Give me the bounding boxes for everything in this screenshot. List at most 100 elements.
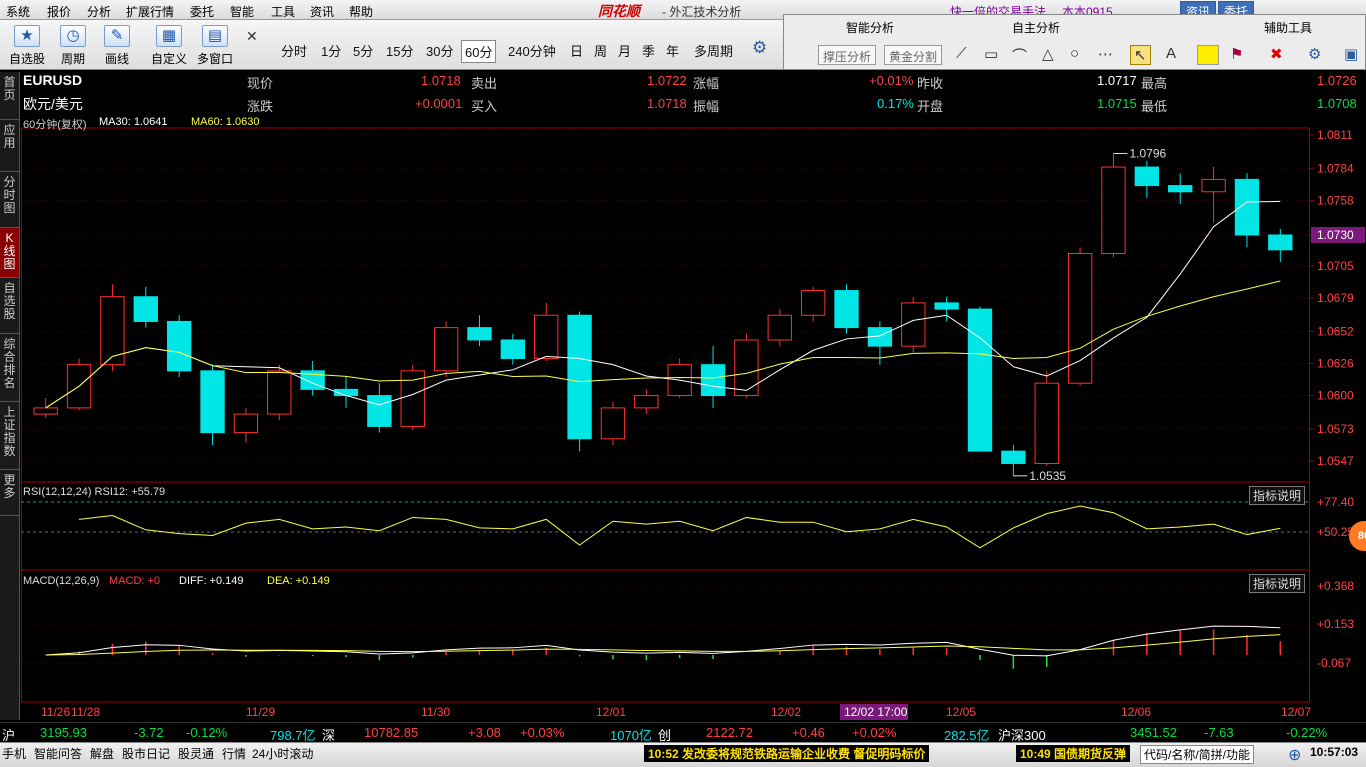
watchlist-tool[interactable]: ★ 自选股 [8, 25, 46, 67]
price-axis-label: 1.0784 [1317, 161, 1354, 175]
panel-aux-title[interactable]: 辅助工具 [1264, 19, 1312, 36]
candle-body [400, 370, 425, 427]
quote-change-pct: +0.01% [869, 73, 914, 88]
line-draw-icon[interactable]: ⟋ [956, 45, 967, 62]
price-axis-label: 1.0758 [1317, 193, 1354, 207]
menu-tools[interactable]: 工具 [271, 3, 295, 20]
bookmark-icon[interactable]: ⚑ [1230, 45, 1243, 63]
period-1m[interactable]: 1分 [318, 40, 344, 61]
code-search-input[interactable]: 代码/名称/简拼/功能 [1140, 745, 1255, 764]
candle-body [200, 370, 225, 434]
bottom-stocktalk[interactable]: 股灵通 [178, 745, 214, 762]
quote-label-high: 最高 [1141, 76, 1168, 91]
panel-manual-title[interactable]: 自主分析 [1012, 19, 1060, 36]
tab-kline[interactable]: K线图 [0, 228, 19, 278]
gear-icon[interactable]: ⚙ [752, 38, 767, 58]
menu-quote[interactable]: 报价 [47, 3, 71, 20]
date-axis-label: 12/02 [771, 705, 801, 719]
sz-change-pct: +0.03% [520, 725, 565, 740]
period-year[interactable]: 年 [663, 40, 682, 61]
candle-body [534, 314, 559, 359]
chart-area[interactable]: 1.0811 1.0784 1.0758 1.0730 1.0705 1.0679 1.06… [21, 72, 1366, 720]
close-icon[interactable]: ✕ [246, 28, 258, 45]
tab-ranking[interactable]: 综合排名 [0, 334, 19, 402]
period-15m[interactable]: 15分 [383, 40, 416, 61]
price-axis-label: 1.0705 [1317, 259, 1354, 273]
menu-system[interactable]: 系统 [6, 3, 30, 20]
panel-smart-title[interactable]: 智能分析 [846, 19, 894, 36]
path-draw-icon[interactable]: ⌒ [1012, 45, 1027, 66]
custom-tool[interactable]: ▦ 自定义 [150, 25, 188, 67]
macd-help-button[interactable]: 指标说明 [1249, 574, 1306, 593]
quote-label-prev-close: 昨收 [917, 76, 944, 91]
cursor-icon[interactable]: ↖ [1130, 45, 1151, 65]
cy-change-pct: +0.02% [852, 725, 897, 740]
period-month[interactable]: 月 [615, 40, 634, 61]
app-title: - 外汇技术分析 [662, 5, 742, 19]
menu-extended[interactable]: 扩展行情 [126, 3, 174, 20]
period-30m[interactable]: 30分 [423, 40, 456, 61]
period-5m[interactable]: 5分 [350, 40, 376, 61]
quote-label-ask: 卖出 [471, 76, 498, 91]
side-tabs: 首页 应用 分时图 K线图 自选股 综合排名 上证指数 更多 [0, 72, 20, 720]
news-ticker-2[interactable]: 10:49 国债期货反弹 [1016, 745, 1131, 762]
multiwindow-tool[interactable]: ▤ 多窗口 [196, 25, 234, 67]
candle-body [700, 364, 726, 397]
bottom-solve[interactable]: 解盘 [90, 745, 114, 762]
menu-news[interactable]: 资讯 [310, 3, 334, 20]
period-season[interactable]: 季 [639, 40, 658, 61]
menu-smart[interactable]: 智能 [230, 3, 254, 20]
candle-body [467, 327, 492, 341]
rect-draw-icon[interactable]: ▭ [984, 45, 998, 63]
period-60m[interactable]: 60分 [461, 40, 497, 63]
golden-ratio-button[interactable]: 黄金分割 [884, 45, 943, 65]
tab-watchlist[interactable]: 自选股 [0, 278, 19, 334]
settings-icon[interactable]: ⚙ [1308, 45, 1321, 63]
period-week[interactable]: 周 [591, 40, 610, 61]
more-icon[interactable]: ⋯ [1098, 45, 1113, 63]
triangle-draw-icon[interactable]: △ [1042, 45, 1054, 63]
rsi-help-button[interactable]: 指标说明 [1249, 486, 1306, 505]
tab-apps[interactable]: 应用 [0, 120, 19, 172]
tab-shindex[interactable]: 上证指数 [0, 402, 19, 470]
tab-home[interactable]: 首页 [0, 72, 19, 120]
menu-analysis[interactable]: 分析 [87, 3, 111, 20]
bottom-24h[interactable]: 24小时滚动 [252, 745, 313, 762]
bottom-phone[interactable]: 手机 [2, 745, 26, 762]
period-240m[interactable]: 240分钟 [505, 40, 559, 61]
expand-icon[interactable]: ▣ [1344, 45, 1358, 63]
date-cursor-label: 12/02 17:00 [844, 705, 908, 719]
candle-body [600, 407, 626, 440]
color-swatch[interactable] [1197, 45, 1219, 65]
bottom-diary[interactable]: 股市日记 [122, 745, 170, 762]
macd-legend-macd: MACD: +0 [109, 575, 161, 587]
bottom-market[interactable]: 行情 [222, 745, 246, 762]
delete-icon[interactable]: ✖ [1270, 45, 1283, 63]
quote-high: 1.0726 [1317, 73, 1357, 88]
menu-trade[interactable]: 委托 [190, 3, 214, 20]
text-icon[interactable]: A [1166, 45, 1176, 62]
low-annotation: 1.0535 [1029, 469, 1066, 483]
quote-label-amplitude: 振幅 [693, 99, 720, 114]
kline-chart-svg[interactable]: 1.0811 1.0784 1.0758 1.0730 1.0705 1.0679 1.06… [21, 72, 1366, 720]
draw-tool[interactable]: ✎ 画线 [98, 25, 136, 67]
period-fenshi[interactable]: 分时 [278, 40, 310, 61]
macd-axis-label: +0.368 [1317, 579, 1354, 593]
support-resistance-button[interactable]: 撑压分析 [818, 45, 877, 65]
ellipse-draw-icon[interactable]: ○ [1070, 45, 1079, 62]
search-icon[interactable]: ⊕ [1288, 745, 1301, 765]
macd-dea-line [45, 634, 1281, 656]
period-day[interactable]: 日 [567, 40, 586, 61]
tab-timeshare[interactable]: 分时图 [0, 172, 19, 228]
tab-more[interactable]: 更多 [0, 470, 19, 516]
window-icon: ▤ [202, 25, 228, 47]
period-multi[interactable]: 多周期 [691, 40, 736, 61]
bottom-qa[interactable]: 智能问答 [34, 745, 82, 762]
menu-help[interactable]: 帮助 [349, 3, 373, 20]
price-axis-label: 1.0652 [1317, 324, 1354, 338]
price-axis-label: 1.0811 [1317, 128, 1353, 142]
candle-body [267, 370, 292, 415]
period-tool[interactable]: ◷ 周期 [54, 25, 92, 67]
brand-logo: 同花顺 [598, 3, 640, 19]
news-ticker-1[interactable]: 10:52 发改委将规范铁路运输企业收费 督促明码标价 [644, 745, 930, 762]
